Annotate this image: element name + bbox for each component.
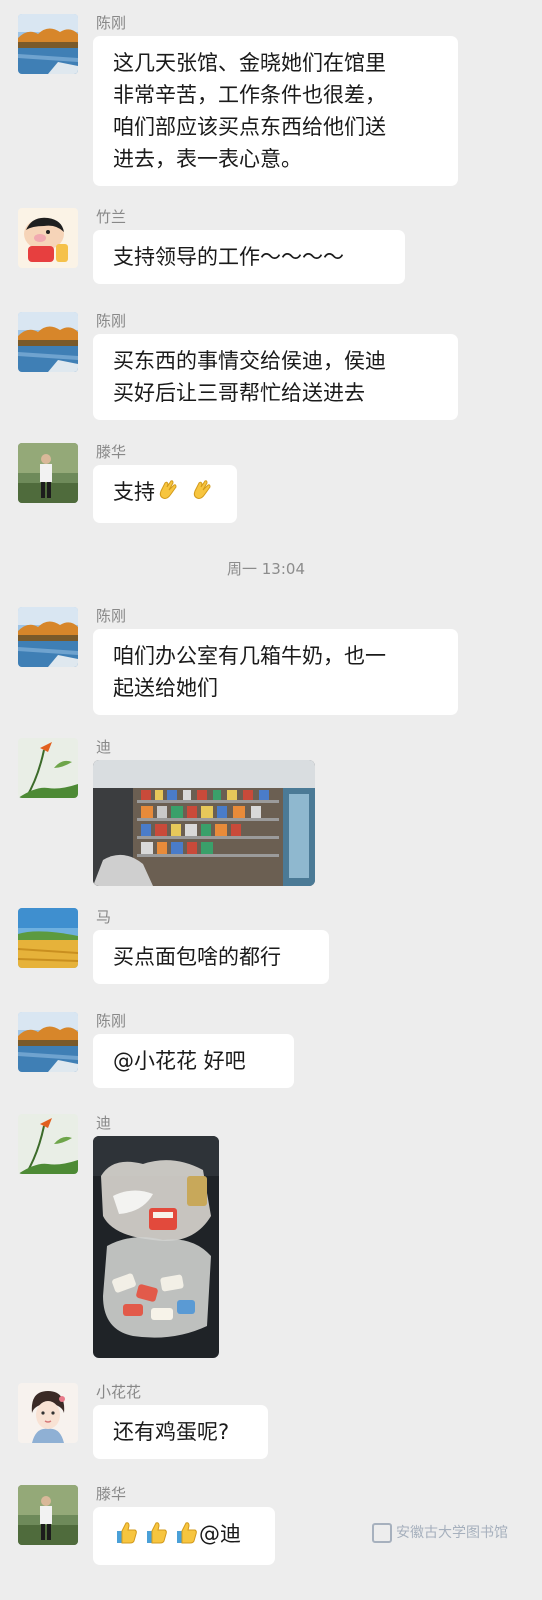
- message-bubble[interactable]: 支持: [93, 465, 237, 523]
- person-standing-avatar[interactable]: [18, 443, 78, 503]
- lake-autumn-avatar[interactable]: [18, 14, 78, 74]
- sender-name: 小花花: [96, 1383, 142, 1401]
- message-text: @迪: [199, 1522, 241, 1546]
- sender-name: 陈刚: [96, 1012, 127, 1030]
- message-bubble[interactable]: 买点面包啥的都行: [93, 930, 329, 984]
- sender-name: 马: [96, 908, 112, 926]
- sender-name: 陈刚: [96, 312, 127, 330]
- message-bubble[interactable]: 支持领导的工作～～～～: [93, 230, 405, 284]
- message-text: @小花花 好吧: [113, 1049, 246, 1073]
- flower-avatar[interactable]: [18, 1114, 78, 1174]
- thumbs-up-icon: [173, 1519, 199, 1554]
- watermark-text: 安徽古大学图书馆: [396, 1525, 508, 1541]
- library-logo-icon: [372, 1523, 392, 1543]
- thumbs-up-icon: [143, 1519, 169, 1554]
- message-bubble[interactable]: @迪: [93, 1507, 275, 1565]
- clapping-hands-icon: [155, 477, 181, 512]
- sender-name: 陈刚: [96, 14, 127, 32]
- thumbs-up-icon: [113, 1519, 139, 1554]
- cartoon-boy-avatar[interactable]: [18, 208, 78, 268]
- lake-autumn-avatar[interactable]: [18, 312, 78, 372]
- message-bubble[interactable]: 还有鸡蛋呢?: [93, 1405, 268, 1459]
- clapping-hands-icon: [189, 477, 215, 512]
- lake-autumn-avatar[interactable]: [18, 607, 78, 667]
- message-text: 买东西的事情交给侯迪，侯迪 买好后让三哥帮忙给送进去: [113, 349, 386, 405]
- sender-name: 迪: [96, 738, 112, 756]
- watermark: 安徽古大学图书馆: [372, 1522, 508, 1543]
- chat-window: 陈刚 这几天张馆、金晓她们在馆里 非常辛苦，工作条件也很差， 咱们部应该买点东西…: [0, 0, 542, 1600]
- sender-name: 陈刚: [96, 607, 127, 625]
- wheat-field-avatar[interactable]: [18, 908, 78, 968]
- sender-name: 滕华: [96, 443, 127, 461]
- message-bubble[interactable]: @小花花 好吧: [93, 1034, 294, 1088]
- message-bubble[interactable]: 买东西的事情交给侯迪，侯迪 买好后让三哥帮忙给送进去: [93, 334, 458, 420]
- message-text: 支持领导的工作～～～～: [113, 245, 344, 269]
- sender-name: 竹兰: [96, 208, 127, 226]
- lake-autumn-avatar[interactable]: [18, 1012, 78, 1072]
- message-text: 咱们办公室有几箱牛奶，也一 起送给她们: [113, 644, 386, 700]
- sender-name: 滕华: [96, 1485, 127, 1503]
- message-bubble[interactable]: 咱们办公室有几箱牛奶，也一 起送给她们: [93, 629, 458, 715]
- grocery-bags-photo[interactable]: [93, 1136, 219, 1358]
- store-shelves-photo[interactable]: [93, 760, 315, 886]
- person-standing-avatar[interactable]: [18, 1485, 78, 1545]
- message-text: 买点面包啥的都行: [113, 945, 281, 969]
- flower-avatar[interactable]: [18, 738, 78, 798]
- cartoon-girl-avatar[interactable]: [18, 1383, 78, 1443]
- message-bubble[interactable]: 这几天张馆、金晓她们在馆里 非常辛苦，工作条件也很差， 咱们部应该买点东西给他们…: [93, 36, 458, 186]
- message-text: 这几天张馆、金晓她们在馆里 非常辛苦，工作条件也很差， 咱们部应该买点东西给他们…: [113, 51, 386, 171]
- message-text: 还有鸡蛋呢?: [113, 1420, 230, 1444]
- message-text: 支持: [113, 480, 155, 504]
- sender-name: 迪: [96, 1114, 112, 1132]
- timestamp: 周一 13:04: [227, 560, 305, 578]
